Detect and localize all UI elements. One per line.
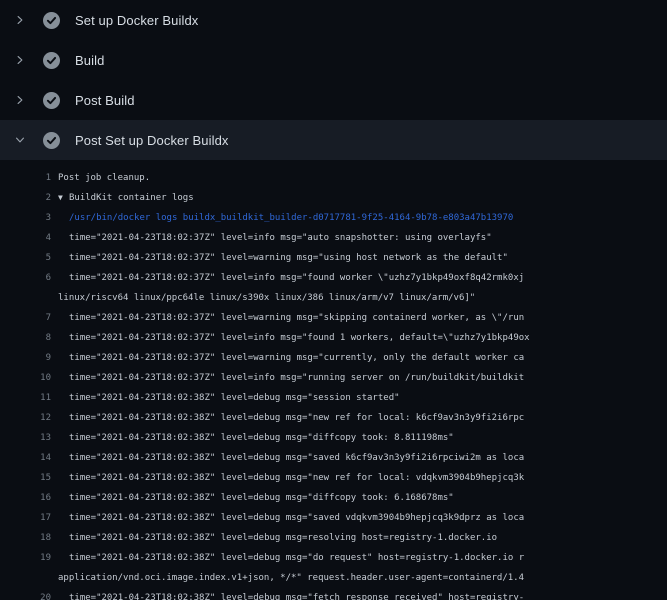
line-number[interactable]: 10	[7, 368, 51, 388]
check-circle-icon	[43, 12, 60, 29]
line-number	[7, 568, 51, 588]
line-number[interactable]: 18	[7, 528, 51, 548]
log-line: 3/usr/bin/docker logs buildx_buildkit_bu…	[0, 208, 667, 228]
log-text: time="2021-04-23T18:02:38Z" level=debug …	[69, 468, 524, 488]
log-text: time="2021-04-23T18:02:37Z" level=warnin…	[69, 248, 508, 268]
line-number[interactable]: 5	[7, 248, 51, 268]
line-number[interactable]: 12	[7, 408, 51, 428]
log-text: time="2021-04-23T18:02:37Z" level=info m…	[69, 228, 492, 248]
line-number[interactable]: 7	[7, 308, 51, 328]
chevron-right-icon	[12, 52, 28, 68]
line-number[interactable]: 16	[7, 488, 51, 508]
log-line: 17 time="2021-04-23T18:02:38Z" level=debu…	[0, 508, 667, 528]
log-text: time="2021-04-23T18:02:38Z" level=debug …	[69, 588, 524, 600]
log-text: time="2021-04-23T18:02:38Z" level=debug …	[69, 388, 400, 408]
step-label: Set up Docker Buildx	[75, 13, 198, 28]
log-text: time="2021-04-23T18:02:37Z" level=warnin…	[69, 348, 524, 368]
check-circle-icon	[43, 52, 60, 69]
step-row-post-build[interactable]: Post Build	[0, 80, 667, 120]
command-text: /usr/bin/docker logs buildx_buildkit_bui…	[69, 208, 513, 228]
line-number[interactable]: 2	[7, 188, 51, 208]
log-line: 18 time="2021-04-23T18:02:38Z" level=debu…	[0, 528, 667, 548]
chevron-down-icon	[12, 132, 28, 148]
line-number[interactable]: 3	[7, 208, 51, 228]
log-panel: 1 Post job cleanup. 2 ▼BuildKit container l…	[0, 168, 667, 600]
actions-log-viewer: Set up Docker Buildx Build Post Build Post …	[0, 0, 667, 600]
log-text: time="2021-04-23T18:02:38Z" level=debug …	[69, 508, 524, 528]
log-text: time="2021-04-23T18:02:38Z" level=debug …	[69, 548, 524, 568]
line-number[interactable]: 14	[7, 448, 51, 468]
log-line: 15 time="2021-04-23T18:02:38Z" level=debu…	[0, 468, 667, 488]
step-list: Set up Docker Buildx Build Post Build Post …	[0, 0, 667, 160]
line-number[interactable]: 20	[7, 588, 51, 600]
step-label: Build	[75, 53, 104, 68]
log-line: application/vnd.oci.image.index.v1+json,…	[0, 568, 667, 588]
log-line: 5 time="2021-04-23T18:02:37Z" level=warni…	[0, 248, 667, 268]
log-line: 8 time="2021-04-23T18:02:37Z" level=info …	[0, 328, 667, 348]
chevron-right-icon	[12, 92, 28, 108]
log-line: 12 time="2021-04-23T18:02:38Z" level=debu…	[0, 408, 667, 428]
step-row-post-set-up-docker-buildx[interactable]: Post Set up Docker Buildx	[0, 120, 667, 160]
line-number[interactable]: 4	[7, 228, 51, 248]
step-label: Post Set up Docker Buildx	[75, 133, 229, 148]
check-circle-icon	[43, 92, 60, 109]
check-circle-icon	[43, 132, 60, 149]
line-number[interactable]: 11	[7, 388, 51, 408]
log-line: 13 time="2021-04-23T18:02:38Z" level=debu…	[0, 428, 667, 448]
log-line: 14 time="2021-04-23T18:02:38Z" level=debu…	[0, 448, 667, 468]
log-text: time="2021-04-23T18:02:38Z" level=debug …	[69, 408, 524, 428]
line-number[interactable]: 1	[7, 168, 51, 188]
log-line: 16 time="2021-04-23T18:02:38Z" level=debu…	[0, 488, 667, 508]
log-text: time="2021-04-23T18:02:37Z" level=warnin…	[69, 308, 524, 328]
group-collapse-icon[interactable]: ▼	[58, 188, 69, 208]
log-line: 11 time="2021-04-23T18:02:38Z" level=debu…	[0, 388, 667, 408]
log-line: 20 time="2021-04-23T18:02:38Z" level=debu…	[0, 588, 667, 600]
line-number[interactable]: 15	[7, 468, 51, 488]
log-line: linux/riscv64 linux/ppc64le linux/s390x …	[0, 288, 667, 308]
log-text: time="2021-04-23T18:02:38Z" level=debug …	[69, 528, 497, 548]
log-text: Post job cleanup.	[58, 168, 150, 188]
log-text: time="2021-04-23T18:02:37Z" level=info m…	[69, 368, 524, 388]
line-number[interactable]: 17	[7, 508, 51, 528]
chevron-right-icon	[12, 12, 28, 28]
log-text: linux/riscv64 linux/ppc64le linux/s390x …	[58, 288, 475, 308]
line-number[interactable]: 13	[7, 428, 51, 448]
log-line: 2 ▼BuildKit container logs	[0, 188, 667, 208]
line-number	[7, 288, 51, 308]
line-number[interactable]: 19	[7, 548, 51, 568]
line-number[interactable]: 8	[7, 328, 51, 348]
line-number[interactable]: 9	[7, 348, 51, 368]
log-text: BuildKit container logs	[69, 188, 194, 208]
log-text: time="2021-04-23T18:02:37Z" level=info m…	[69, 268, 524, 288]
log-line: 7 time="2021-04-23T18:02:37Z" level=warni…	[0, 308, 667, 328]
log-line: 19 time="2021-04-23T18:02:38Z" level=debu…	[0, 548, 667, 568]
line-number[interactable]: 6	[7, 268, 51, 288]
log-line: 6 time="2021-04-23T18:02:37Z" level=info …	[0, 268, 667, 288]
log-text: time="2021-04-23T18:02:38Z" level=debug …	[69, 428, 454, 448]
log-text: time="2021-04-23T18:02:37Z" level=info m…	[69, 328, 530, 348]
step-row-build[interactable]: Build	[0, 40, 667, 80]
log-line: 1 Post job cleanup.	[0, 168, 667, 188]
log-line: 10 time="2021-04-23T18:02:37Z" level=info…	[0, 368, 667, 388]
step-row-set-up-docker-buildx[interactable]: Set up Docker Buildx	[0, 0, 667, 40]
log-text: time="2021-04-23T18:02:38Z" level=debug …	[69, 488, 454, 508]
log-line: 4 time="2021-04-23T18:02:37Z" level=info …	[0, 228, 667, 248]
step-label: Post Build	[75, 93, 135, 108]
log-text: time="2021-04-23T18:02:38Z" level=debug …	[69, 448, 524, 468]
log-text: application/vnd.oci.image.index.v1+json,…	[58, 568, 524, 588]
log-line: 9 time="2021-04-23T18:02:37Z" level=warni…	[0, 348, 667, 368]
